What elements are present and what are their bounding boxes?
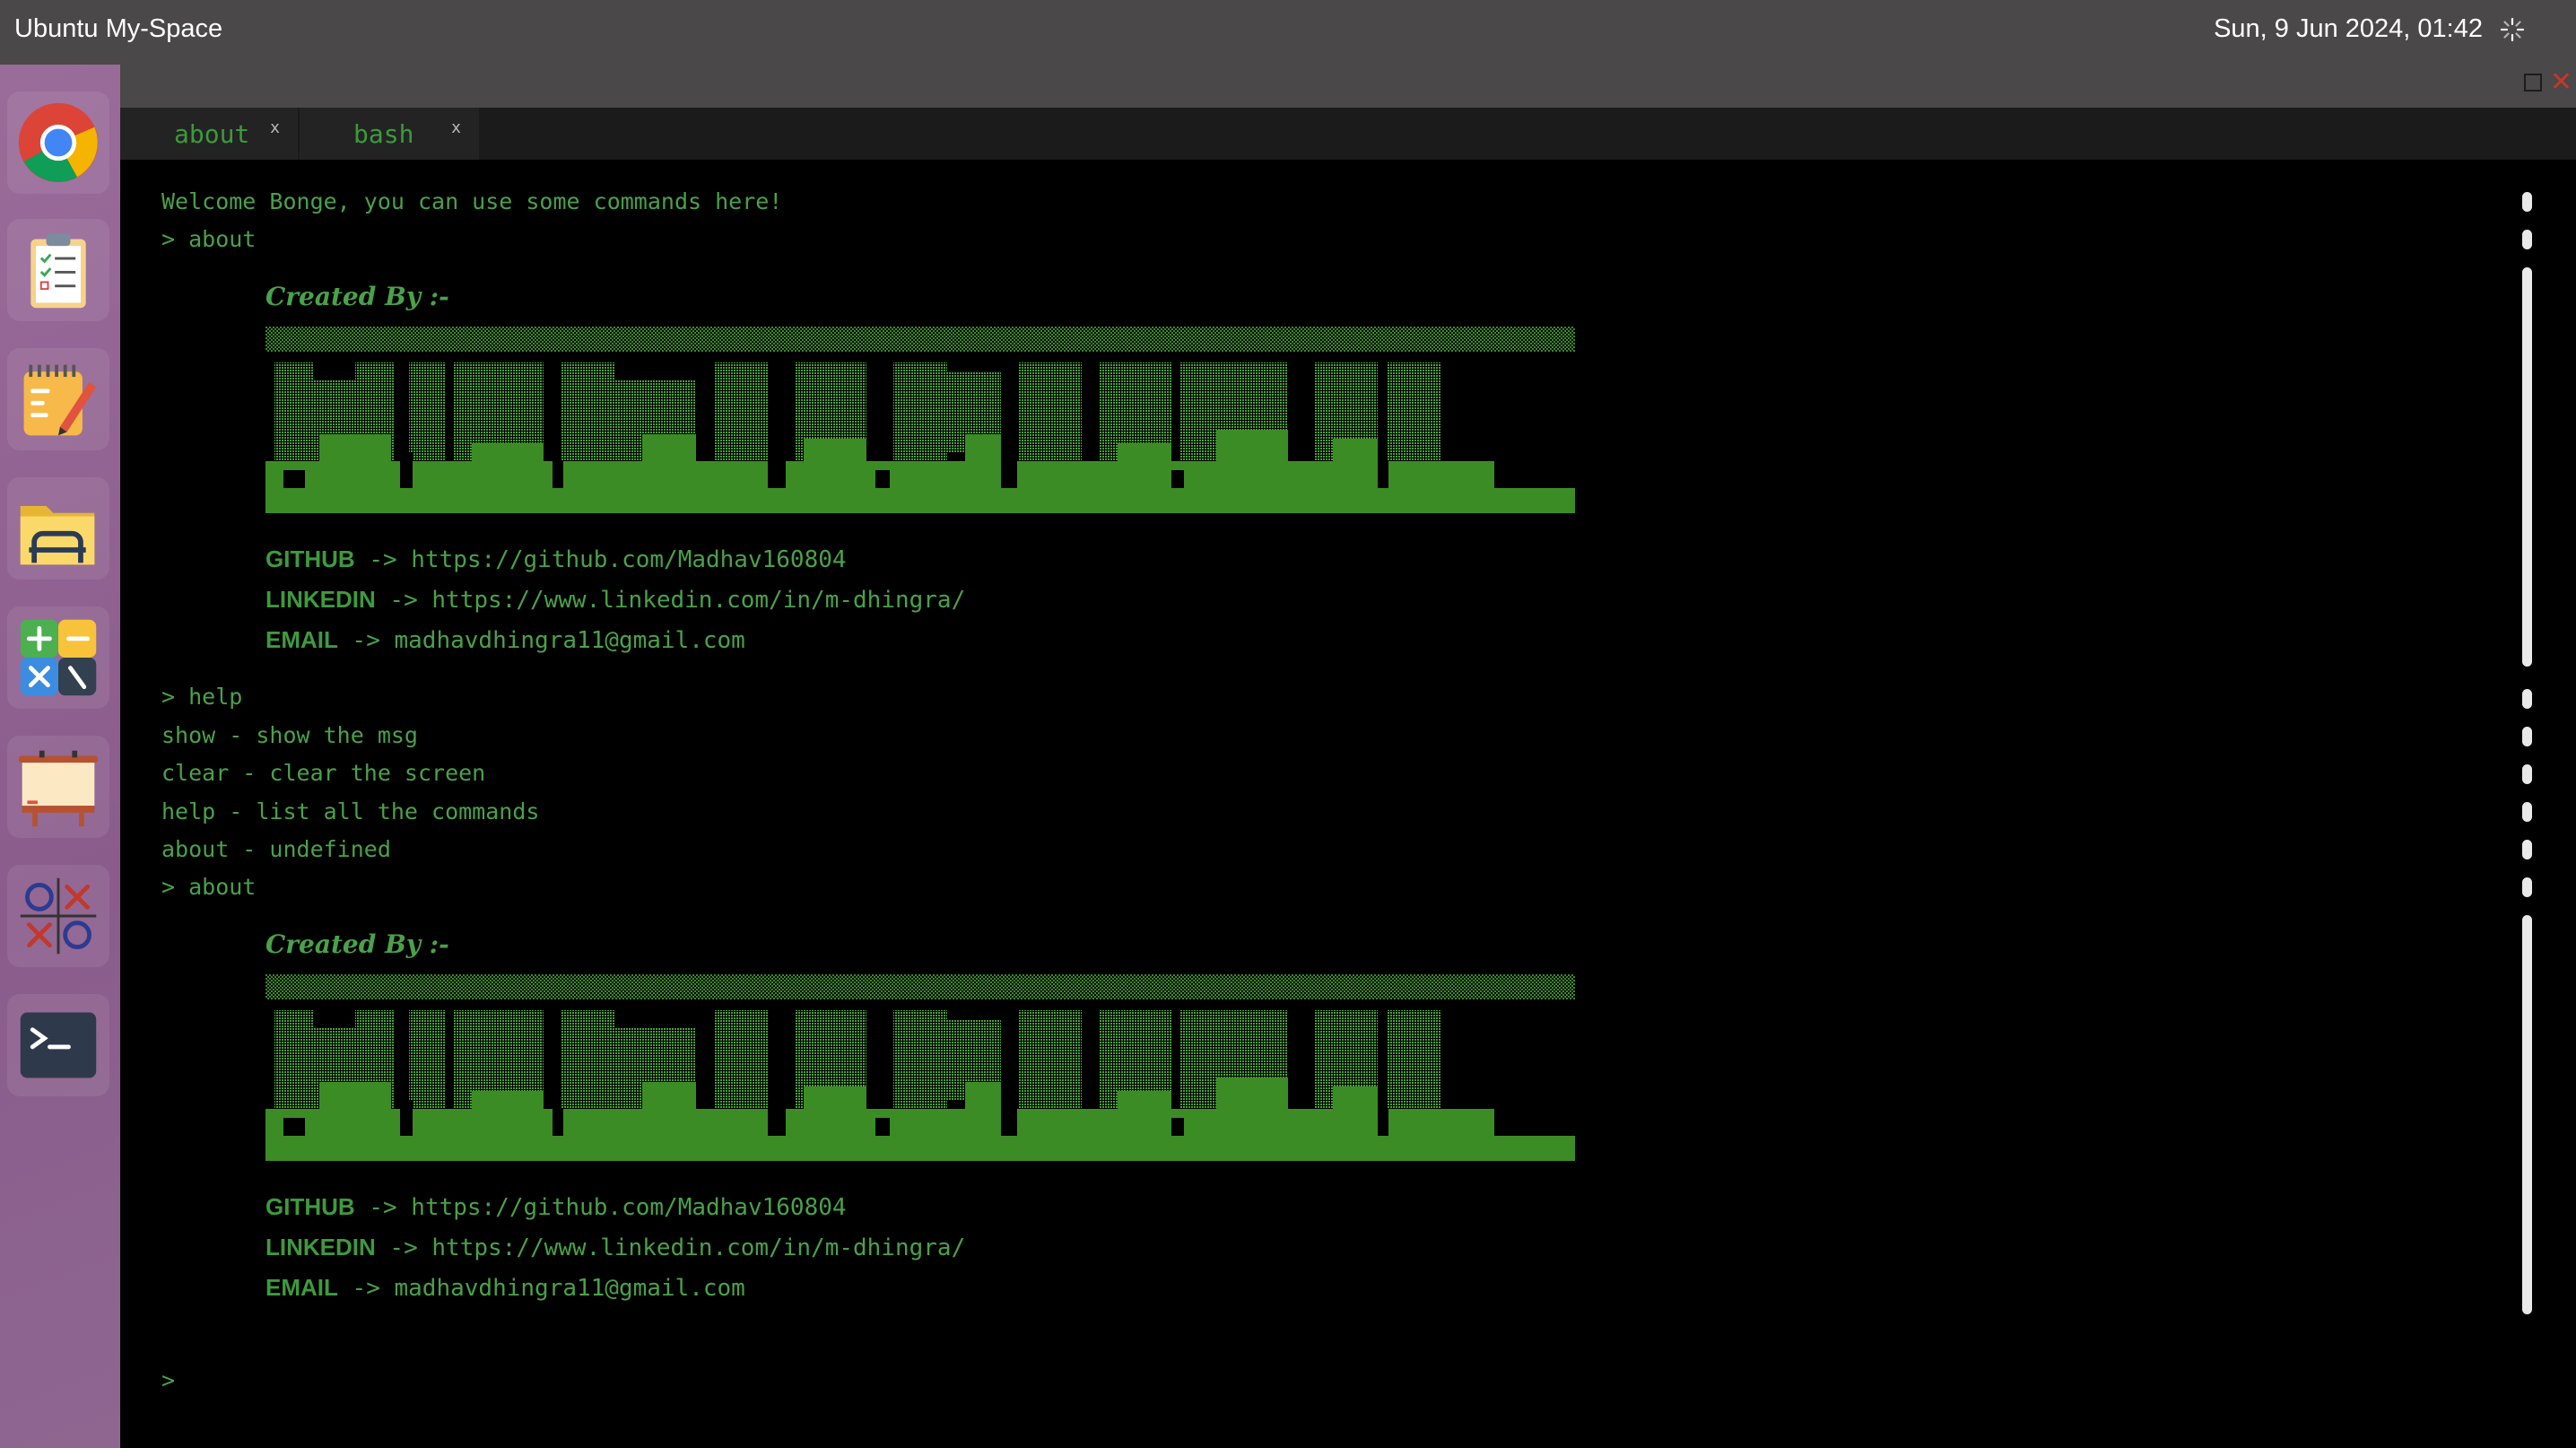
- email-line: EMAIL -> madhavdhingra11@gmail.com: [265, 1274, 745, 1302]
- github-link[interactable]: -> https://github.com/Madhav160804: [355, 1194, 846, 1221]
- github-link[interactable]: -> https://github.com/Madhav160804: [355, 546, 846, 573]
- email-key: EMAIL: [265, 1274, 338, 1301]
- input-prompt[interactable]: >: [161, 1367, 175, 1393]
- chrome-icon: [18, 102, 99, 183]
- dock-item-calculator[interactable]: [7, 606, 109, 709]
- dock-item-files[interactable]: [7, 477, 109, 580]
- command-line: > help: [161, 684, 243, 710]
- linkedin-link[interactable]: -> https://www.linkedin.com/in/m-dhingra…: [376, 1234, 965, 1261]
- whiteboard-icon: [18, 750, 99, 827]
- linkedin-link[interactable]: -> https://www.linkedin.com/in/m-dhingra…: [376, 587, 965, 614]
- tab-close-button[interactable]: x: [270, 118, 280, 137]
- tic-tac-toe-icon: [20, 877, 97, 955]
- github-line: GITHUB -> https://github.com/Madhav16080…: [265, 1193, 847, 1221]
- scroll-marker[interactable]: [2522, 877, 2532, 897]
- ascii-art-banner: [265, 327, 1575, 513]
- terminal-output[interactable]: Welcome Bonge, you can use some commands…: [120, 160, 2576, 1448]
- scroll-marker[interactable]: [2522, 192, 2532, 212]
- terminal-icon: [20, 1012, 97, 1078]
- scrollbar-thumb[interactable]: [2522, 267, 2532, 667]
- github-line: GITHUB -> https://github.com/Madhav16080…: [265, 545, 847, 573]
- linkedin-key: LINKEDIN: [265, 1234, 376, 1260]
- dock-item-todo[interactable]: [7, 219, 109, 321]
- linkedin-line: LINKEDIN -> https://www.linkedin.com/in/…: [265, 586, 965, 614]
- close-window-button[interactable]: ✕: [2550, 65, 2572, 100]
- command-line: > about: [161, 226, 257, 252]
- scroll-marker[interactable]: [2522, 764, 2532, 784]
- dock-item-chrome[interactable]: [7, 92, 109, 194]
- help-line: show - show the msg: [161, 722, 418, 748]
- maximize-button[interactable]: [2524, 74, 2542, 92]
- scroll-marker[interactable]: [2522, 727, 2532, 746]
- notes-icon: [23, 364, 97, 436]
- github-key: GITHUB: [265, 545, 355, 572]
- dock-item-tic-tac-toe[interactable]: [7, 865, 109, 967]
- scrollbar-thumb[interactable]: [2522, 915, 2532, 1314]
- github-key: GITHUB: [265, 1193, 355, 1220]
- top-bar: Ubuntu My-Space Sun, 9 Jun 2024, 01:42: [0, 0, 2576, 65]
- window-titlebar[interactable]: ✕: [120, 65, 2576, 108]
- help-line: about - undefined: [161, 836, 391, 862]
- loading-spinner-icon[interactable]: [2499, 16, 2526, 43]
- tab-about[interactable]: about x: [120, 108, 298, 160]
- files-icon: [20, 506, 95, 565]
- help-line: help - list all the commands: [161, 798, 540, 824]
- scroll-marker[interactable]: [2522, 840, 2532, 859]
- email-key: EMAIL: [265, 626, 338, 653]
- tab-close-button[interactable]: x: [451, 118, 461, 137]
- created-by-label: Created By :-: [265, 282, 449, 311]
- scroll-marker[interactable]: [2522, 230, 2532, 249]
- help-line: clear - clear the screen: [161, 760, 486, 786]
- os-title: Ubuntu My-Space: [14, 14, 223, 43]
- scroll-marker[interactable]: [2522, 689, 2532, 709]
- tab-label: about: [174, 118, 250, 149]
- scroll-marker[interactable]: [2522, 802, 2532, 822]
- created-by-label: Created By :-: [265, 929, 449, 959]
- email-line: EMAIL -> madhavdhingra11@gmail.com: [265, 626, 745, 654]
- email-link[interactable]: -> madhavdhingra11@gmail.com: [338, 627, 745, 654]
- dock-item-notes[interactable]: [7, 348, 109, 450]
- command-line: > about: [161, 874, 257, 900]
- ascii-art-banner: [265, 974, 1575, 1161]
- welcome-line: Welcome Bonge, you can use some commands…: [161, 188, 783, 214]
- tab-bar: about x bash x: [120, 108, 2576, 161]
- tab-label: bash: [353, 118, 414, 149]
- todo-icon: [30, 233, 86, 309]
- dock: [0, 65, 120, 1448]
- calculator-icon: [20, 619, 97, 696]
- dock-item-terminal[interactable]: [7, 994, 109, 1096]
- tab-bash[interactable]: bash x: [300, 108, 479, 160]
- dock-item-whiteboard[interactable]: [7, 736, 109, 838]
- linkedin-key: LINKEDIN: [265, 586, 376, 613]
- clock[interactable]: Sun, 9 Jun 2024, 01:42: [2214, 14, 2483, 44]
- linkedin-line: LINKEDIN -> https://www.linkedin.com/in/…: [265, 1234, 965, 1261]
- email-link[interactable]: -> madhavdhingra11@gmail.com: [338, 1275, 745, 1302]
